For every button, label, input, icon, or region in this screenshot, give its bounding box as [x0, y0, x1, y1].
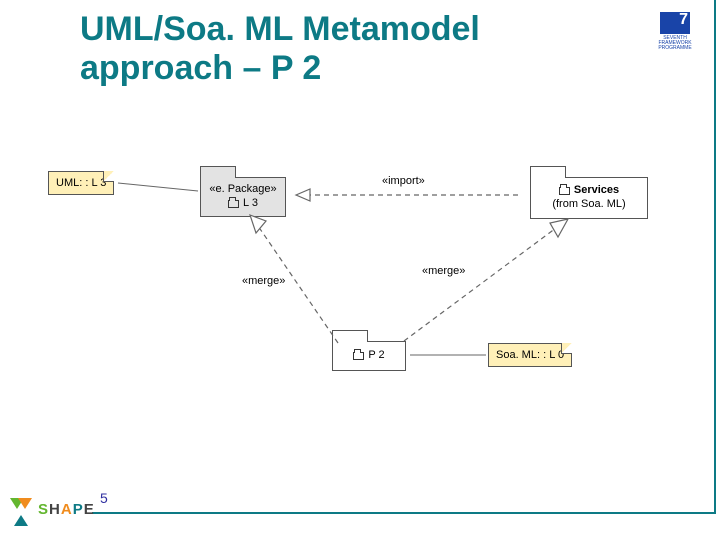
fp7-flag-icon	[660, 12, 690, 34]
package-p2-name: P 2	[368, 349, 384, 363]
package-l3-name: L 3	[243, 197, 258, 211]
package-services-from: (from Soa. ML)	[552, 198, 625, 212]
package-tab-icon	[332, 330, 368, 342]
arrowhead-icon	[250, 215, 266, 233]
arrowhead-icon	[550, 219, 568, 237]
merge-right-edge	[404, 225, 560, 341]
package-tab-icon	[200, 166, 236, 178]
arrowhead-icon	[296, 189, 310, 201]
folder-icon	[559, 187, 570, 195]
anchor-line	[118, 183, 198, 191]
package-l3: «e. Package» L 3	[200, 177, 286, 217]
note-soaml-l0: Soa. ML: : L 0	[488, 343, 572, 367]
package-services: Services (from Soa. ML)	[530, 177, 648, 219]
relation-import-label: «import»	[382, 175, 425, 187]
folder-icon	[353, 352, 364, 360]
note-uml-l3: UML: : L 3	[48, 171, 114, 195]
package-p2: P 2	[332, 341, 406, 371]
package-tab-icon	[530, 166, 566, 178]
note-soaml-l0-text: Soa. ML: : L 0	[496, 349, 564, 361]
shape-logo: SHAPE	[10, 498, 95, 520]
page-number: 5	[100, 490, 108, 506]
shape-logo-icon	[10, 498, 36, 520]
relation-merge-right-label: «merge»	[422, 265, 465, 277]
folder-icon	[228, 200, 239, 208]
page-title: UML/Soa. ML Metamodel approach – P 2	[80, 10, 640, 88]
relation-merge-left-label: «merge»	[242, 275, 285, 287]
shape-logo-text: SHAPE	[38, 501, 95, 518]
note-uml-l3-text: UML: : L 3	[56, 177, 106, 189]
side-rule	[714, 0, 716, 514]
fp7-line2: PROGRAMME	[658, 46, 691, 51]
package-l3-stereotype: «e. Package»	[209, 183, 276, 197]
footer-rule	[92, 512, 714, 514]
uml-diagram: UML: : L 3 «e. Package» L 3 «import» Ser…	[20, 145, 700, 415]
package-services-name: Services	[574, 184, 619, 198]
fp7-badge: SEVENTH FRAMEWORK PROGRAMME	[648, 12, 702, 70]
